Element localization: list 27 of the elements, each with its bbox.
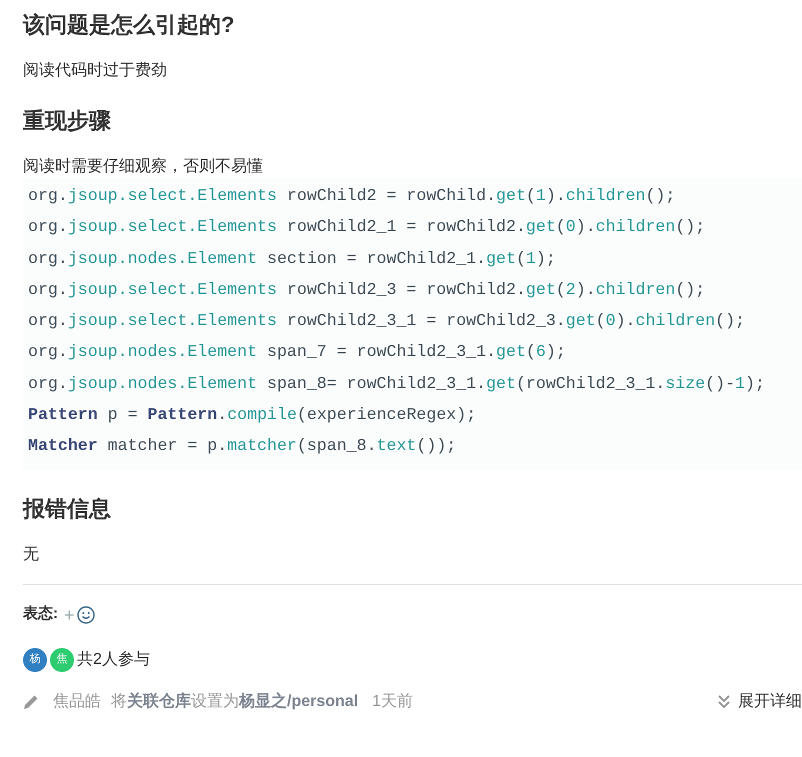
avatar[interactable]: 焦 — [50, 648, 74, 672]
avatar[interactable]: 杨 — [23, 648, 47, 672]
code-line: org.jsoup.select.Elements rowChild2 = rowChild.get(1).children(); — [28, 185, 676, 207]
expand-details-button[interactable]: 展开详细 — [718, 690, 802, 714]
reaction-label: 表态: — [23, 604, 58, 624]
section-text: 阅读时需要仔细观察，否则不易懂 — [23, 156, 264, 177]
double-chevron-icon — [718, 694, 730, 709]
participants-summary: 共2人参与 — [77, 650, 150, 670]
activity-time: 1天前 — [372, 692, 414, 712]
code-line: Pattern p = Pattern.compile(experienceRegex); — [28, 404, 478, 426]
pencil-icon — [23, 694, 39, 710]
add-reaction-button[interactable]: + — [64, 604, 95, 625]
section-text: 无 — [23, 544, 40, 565]
activity-user[interactable]: 焦品皓 — [53, 690, 101, 714]
code-line: org.jsoup.select.Elements rowChild2_3 = rowChild2.get(2).children(); — [28, 278, 706, 301]
code-line: org.jsoup.nodes.Element span_7 = rowChild2_3_1.get(6); — [28, 341, 567, 364]
section-heading: 报错信息 — [23, 494, 112, 523]
code-line: org.jsoup.select.Elements rowChild2_3_1 = rowChild2_3.get(0).children(); — [28, 310, 746, 332]
activity-text: 将关联仓库设置为杨显之/personal — [111, 691, 358, 712]
code-line: org.jsoup.nodes.Element span_8= rowChild2_3_1.get(rowChild2_3_1.size()-1); — [28, 372, 766, 395]
code-line: org.jsoup.select.Elements rowChild2_1 = rowChild2.get(0).children(); — [28, 216, 706, 238]
section-text: 阅读代码时过于费劲 — [23, 60, 168, 81]
smiley-icon — [76, 606, 95, 624]
section-heading: 该问题是怎么引起的? — [23, 11, 236, 39]
section-heading: 重现步骤 — [23, 107, 112, 135]
code-line: org.jsoup.nodes.Element section = rowChild2_1.get(1); — [28, 248, 557, 270]
code-line: Matcher matcher = p.matcher(span_8.text()); — [28, 435, 458, 458]
